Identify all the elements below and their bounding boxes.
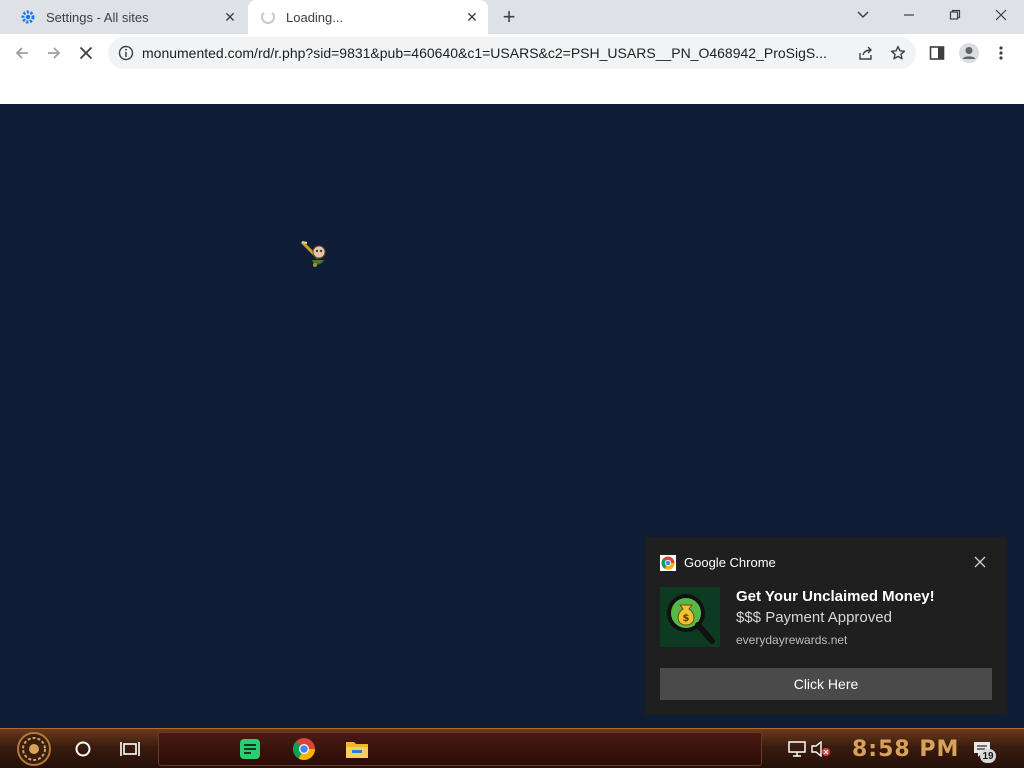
tab-title: Settings - All sites (46, 9, 149, 25)
notification-app-name: Google Chrome (684, 555, 776, 570)
page-top-strip (0, 72, 1024, 104)
tab-search-icon[interactable] (840, 0, 886, 30)
chrome-notification[interactable]: Google Chrome $ Get Your Unclaimed Money… (645, 537, 1007, 715)
site-info-icon[interactable] (118, 45, 134, 61)
taskbar-clock[interactable]: 8:58 PM (852, 737, 959, 762)
start-button[interactable] (6, 731, 62, 767)
new-tab-button[interactable]: + (496, 4, 522, 29)
windows-taskbar: 8:58 PM 19 (0, 728, 1024, 768)
money-bag-icon: $ (660, 587, 720, 647)
tab-settings[interactable]: Settings - All sites ✕ (8, 0, 246, 34)
share-icon[interactable] (856, 43, 876, 63)
notification-source: everydayrewards.net (736, 633, 848, 647)
notification-title: Get Your Unclaimed Money! (736, 588, 935, 605)
gear-icon (20, 9, 36, 25)
minimize-button[interactable] (886, 0, 932, 30)
tab-loading[interactable]: Loading... ✕ (248, 0, 488, 34)
search-circle-icon[interactable] (67, 733, 99, 765)
notification-body: $$$ Payment Approved (736, 609, 892, 626)
file-explorer-icon[interactable] (341, 733, 373, 765)
close-tab-icon[interactable]: ✕ (220, 7, 240, 27)
task-view-icon[interactable] (114, 733, 146, 765)
side-panel-icon[interactable] (924, 40, 950, 66)
back-button[interactable] (6, 37, 38, 69)
notification-count-badge: 19 (980, 749, 996, 763)
url-text[interactable]: monumented.com/rd/r.php?sid=9831&pub=460… (142, 45, 830, 61)
address-bar[interactable]: monumented.com/rd/r.php?sid=9831&pub=460… (108, 37, 916, 69)
svg-text:$: $ (683, 613, 690, 624)
tab-strip: Settings - All sites ✕ Loading... ✕ + (0, 0, 1024, 34)
close-tab-icon[interactable]: ✕ (462, 7, 482, 27)
kebab-menu-icon[interactable] (988, 40, 1014, 66)
browser-toolbar: monumented.com/rd/r.php?sid=9831&pub=460… (0, 34, 1024, 72)
volume-muted-icon[interactable] (805, 733, 837, 765)
chrome-logo-icon (660, 555, 676, 571)
bookmark-star-icon[interactable] (888, 43, 908, 63)
click-here-button[interactable]: Click Here (660, 668, 992, 700)
spinner-icon (260, 9, 276, 25)
close-window-button[interactable] (978, 0, 1024, 30)
tab-title: Loading... (286, 9, 344, 25)
chrome-taskbar-icon[interactable] (288, 733, 320, 765)
forward-button[interactable] (38, 37, 70, 69)
notes-app-icon[interactable] (234, 733, 266, 765)
close-notification-icon[interactable] (971, 553, 989, 571)
stop-loading-button[interactable] (70, 37, 102, 69)
cursor-sprite-icon (298, 238, 334, 274)
restore-button[interactable] (932, 0, 978, 30)
profile-avatar-icon[interactable] (956, 40, 982, 66)
